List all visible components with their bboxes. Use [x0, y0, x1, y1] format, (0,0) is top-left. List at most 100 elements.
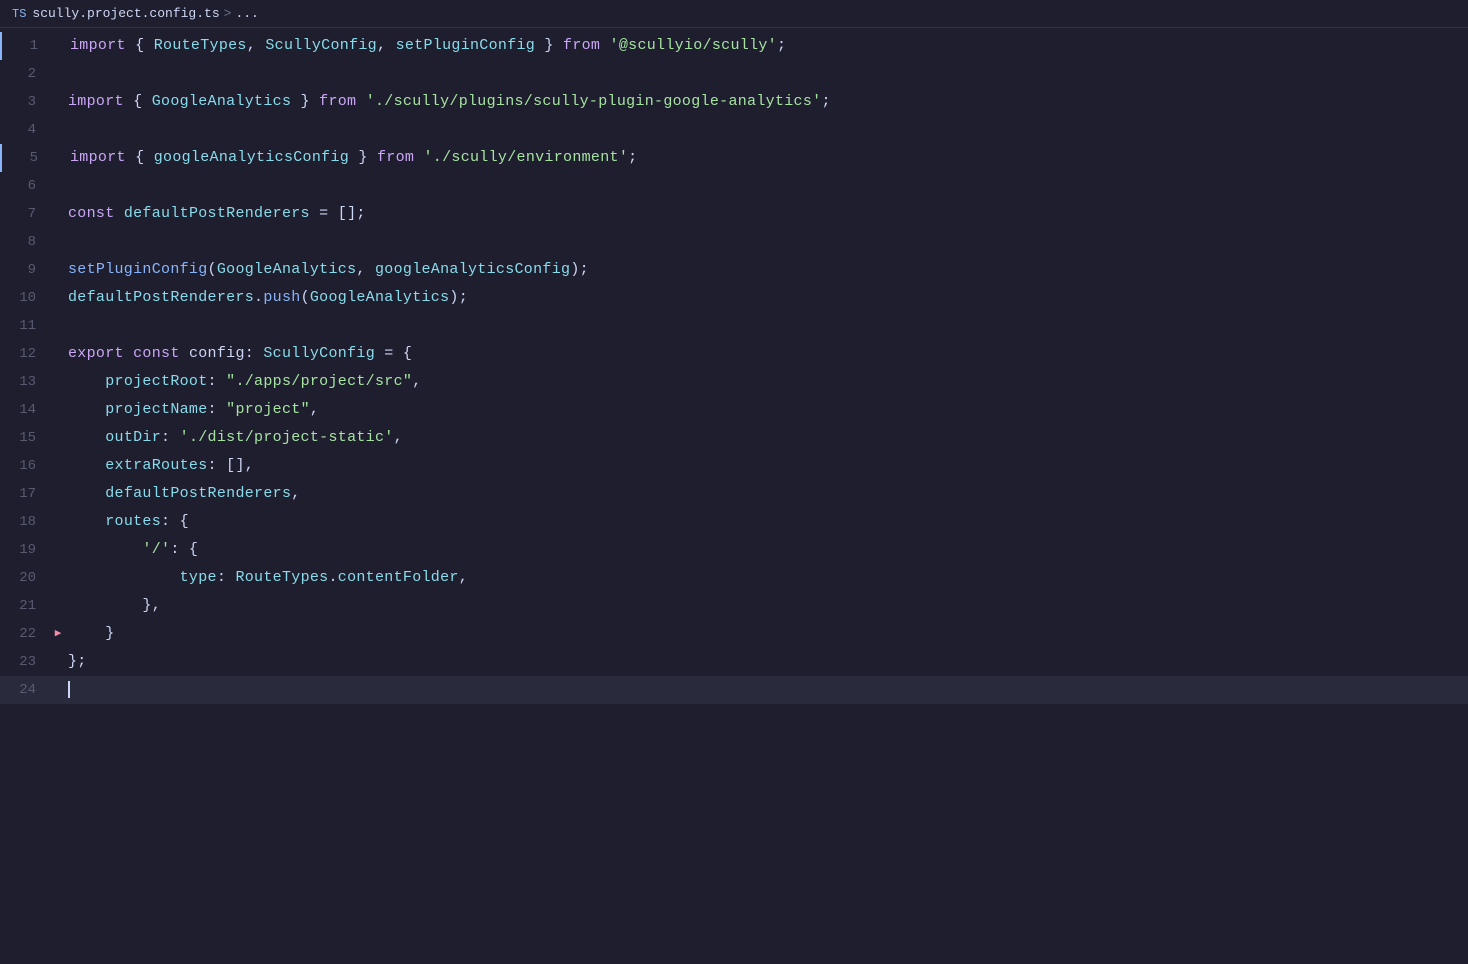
- line-number: 20: [0, 564, 52, 592]
- line-indicator: [52, 480, 64, 508]
- line-indicator: [52, 592, 64, 620]
- line-number: 7: [0, 200, 52, 228]
- line-indicator: [52, 88, 64, 116]
- line-indicator: [52, 452, 64, 480]
- line-indicator: [52, 256, 64, 284]
- code-line: 22▶ }: [0, 620, 1468, 648]
- line-indicator: [54, 32, 66, 60]
- line-number: 21: [0, 592, 52, 620]
- code-line: 16 extraRoutes: [],: [0, 452, 1468, 480]
- line-indicator: [52, 508, 64, 536]
- line-indicator: [52, 200, 64, 228]
- breadcrumb-bar: TS scully.project.config.ts > ...: [0, 0, 1468, 28]
- line-indicator: [52, 536, 64, 564]
- line-content: setPluginConfig(GoogleAnalytics, googleA…: [64, 256, 1468, 284]
- line-number: 17: [0, 480, 52, 508]
- line-content: extraRoutes: [],: [64, 452, 1468, 480]
- line-content: };: [64, 648, 1468, 676]
- line-content: [64, 60, 1468, 88]
- line-number: 1: [2, 32, 54, 60]
- line-content: const defaultPostRenderers = [];: [64, 200, 1468, 228]
- line-number: 10: [0, 284, 52, 312]
- line-content: }: [64, 620, 1468, 648]
- line-content: [64, 676, 1468, 704]
- code-line: 9 setPluginConfig(GoogleAnalytics, google…: [0, 256, 1468, 284]
- line-number: 24: [0, 676, 52, 704]
- code-line: 4: [0, 116, 1468, 144]
- line-number: 15: [0, 424, 52, 452]
- line-number: 19: [0, 536, 52, 564]
- line-number: 9: [0, 256, 52, 284]
- code-line: 10 defaultPostRenderers.push(GoogleAnalyt…: [0, 284, 1468, 312]
- code-editor: 1 import { RouteTypes, ScullyConfig, setP…: [0, 28, 1468, 704]
- code-line: 23};: [0, 648, 1468, 676]
- line-indicator: [52, 424, 64, 452]
- text-cursor: [68, 681, 70, 698]
- line-number: 4: [0, 116, 52, 144]
- line-indicator: [52, 172, 64, 200]
- code-line: 11: [0, 312, 1468, 340]
- line-content: import { RouteTypes, ScullyConfig, setPl…: [66, 32, 1468, 60]
- line-number: 12: [0, 340, 52, 368]
- line-indicator: [52, 368, 64, 396]
- line-content: },: [64, 592, 1468, 620]
- line-indicator: [52, 60, 64, 88]
- line-indicator: [54, 144, 66, 172]
- line-content: [64, 228, 1468, 256]
- code-line: 24: [0, 676, 1468, 704]
- breadcrumb-dots: ...: [235, 6, 258, 21]
- line-number: 23: [0, 648, 52, 676]
- line-number: 14: [0, 396, 52, 424]
- code-line: 7 const defaultPostRenderers = [];: [0, 200, 1468, 228]
- line-content: [64, 312, 1468, 340]
- code-line: 20 type: RouteTypes.contentFolder,: [0, 564, 1468, 592]
- code-line: 6: [0, 172, 1468, 200]
- line-indicator: [52, 396, 64, 424]
- line-number: 16: [0, 452, 52, 480]
- code-line: 15 outDir: './dist/project-static',: [0, 424, 1468, 452]
- line-number: 6: [0, 172, 52, 200]
- line-indicator: [52, 340, 64, 368]
- code-line: 8: [0, 228, 1468, 256]
- line-number: 13: [0, 368, 52, 396]
- code-line: 1 import { RouteTypes, ScullyConfig, setP…: [0, 32, 1468, 60]
- line-number: 3: [0, 88, 52, 116]
- line-content: projectRoot: "./apps/project/src",: [64, 368, 1468, 396]
- line-indicator: ▶: [52, 620, 64, 648]
- line-indicator: [52, 564, 64, 592]
- code-line: 19 '/': {: [0, 536, 1468, 564]
- line-content: defaultPostRenderers.push(GoogleAnalytic…: [64, 284, 1468, 312]
- line-content: type: RouteTypes.contentFolder,: [64, 564, 1468, 592]
- line-content: defaultPostRenderers,: [64, 480, 1468, 508]
- line-content: outDir: './dist/project-static',: [64, 424, 1468, 452]
- line-indicator: [52, 116, 64, 144]
- line-content: import { googleAnalyticsConfig } from '.…: [66, 144, 1468, 172]
- breadcrumb-separator: >: [224, 6, 232, 21]
- code-line: 2: [0, 60, 1468, 88]
- line-content: [64, 172, 1468, 200]
- code-line: 18 routes: {: [0, 508, 1468, 536]
- line-number: 11: [0, 312, 52, 340]
- line-content: export const config: ScullyConfig = {: [64, 340, 1468, 368]
- line-content: [64, 116, 1468, 144]
- line-indicator: [52, 312, 64, 340]
- code-line: 21 },: [0, 592, 1468, 620]
- line-number: 5: [2, 144, 54, 172]
- line-content: '/': {: [64, 536, 1468, 564]
- line-number: 2: [0, 60, 52, 88]
- code-line: 14 projectName: "project",: [0, 396, 1468, 424]
- line-content: projectName: "project",: [64, 396, 1468, 424]
- breadcrumb-filename[interactable]: scully.project.config.ts: [32, 6, 219, 21]
- file-type-icon: TS: [12, 7, 26, 21]
- code-line: 12 export const config: ScullyConfig = {: [0, 340, 1468, 368]
- code-line: 13 projectRoot: "./apps/project/src",: [0, 368, 1468, 396]
- line-content: routes: {: [64, 508, 1468, 536]
- line-number: 22: [0, 620, 52, 648]
- line-content: import { GoogleAnalytics } from './scull…: [64, 88, 1468, 116]
- line-number: 8: [0, 228, 52, 256]
- line-indicator: [52, 228, 64, 256]
- code-line: 5 import { googleAnalyticsConfig } from '…: [0, 144, 1468, 172]
- line-number: 18: [0, 508, 52, 536]
- code-line: 17 defaultPostRenderers,: [0, 480, 1468, 508]
- line-indicator: [52, 676, 64, 704]
